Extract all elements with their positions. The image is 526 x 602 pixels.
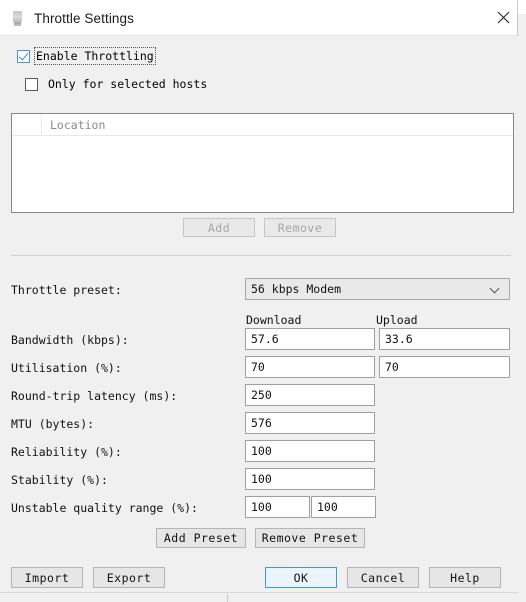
ok-button[interactable]: OK: [265, 567, 337, 588]
utilisation-upload-input[interactable]: 70: [379, 356, 510, 378]
export-button[interactable]: Export: [93, 567, 165, 588]
only-selected-hosts-checkbox[interactable]: Only for selected hosts: [25, 77, 207, 91]
bandwidth-download-input[interactable]: 57.6: [245, 328, 375, 350]
host-list[interactable]: Location: [11, 113, 514, 213]
throttle-preset-select[interactable]: 56 kbps Modem: [245, 278, 510, 300]
bandwidth-upload-input[interactable]: 33.6: [379, 328, 510, 350]
add-host-button[interactable]: Add: [183, 218, 255, 237]
mtu-input[interactable]: 576: [245, 412, 375, 434]
section-divider: [11, 255, 511, 256]
throttle-preset-value: 56 kbps Modem: [251, 282, 342, 296]
host-list-column-check[interactable]: [12, 114, 42, 135]
footer-divider: [0, 592, 518, 593]
bandwidth-label: Bandwidth (kbps):: [11, 333, 129, 347]
throttle-preset-label: Throttle preset:: [11, 283, 122, 297]
host-list-header: Location: [12, 114, 513, 136]
chevron-down-icon: [490, 283, 502, 295]
stability-input[interactable]: 100: [245, 468, 375, 490]
close-icon: [497, 11, 510, 24]
throttle-settings-dialog: Throttle Settings Enable Throttling Only…: [0, 0, 526, 602]
title-bar: Throttle Settings: [0, 0, 518, 37]
window-bottom-marker: [227, 594, 228, 602]
stability-label: Stability (%):: [11, 473, 108, 487]
enable-throttling-label: Enable Throttling: [34, 47, 156, 65]
cancel-button[interactable]: Cancel: [347, 567, 419, 588]
host-list-column-location[interactable]: Location: [42, 114, 513, 135]
checkbox-box-unchecked: [25, 77, 38, 91]
checkbox-box-checked: [17, 49, 30, 63]
only-selected-hosts-label: Only for selected hosts: [48, 77, 208, 91]
mtu-label: MTU (bytes):: [11, 417, 95, 431]
utilisation-download-input[interactable]: 70: [245, 356, 375, 378]
enable-throttling-checkbox[interactable]: Enable Throttling: [17, 47, 156, 65]
window-right-gutter: [517, 0, 526, 602]
unstable-quality-range-label: Unstable quality range (%):: [11, 501, 198, 515]
unstable-quality-range-min-input[interactable]: 100: [245, 496, 310, 518]
dialog-body: Enable Throttling Only for selected host…: [0, 36, 518, 602]
remove-host-button[interactable]: Remove: [264, 218, 336, 237]
round-trip-latency-input[interactable]: 250: [245, 384, 375, 406]
download-column-header: Download: [246, 313, 302, 327]
reliability-input[interactable]: 100: [245, 440, 375, 462]
host-list-body[interactable]: [12, 136, 513, 212]
round-trip-latency-label: Round-trip latency (ms):: [11, 389, 178, 403]
import-button[interactable]: Import: [11, 567, 83, 588]
add-preset-button[interactable]: Add Preset: [156, 528, 246, 548]
window-title: Throttle Settings: [34, 10, 134, 26]
unstable-quality-range-max-input[interactable]: 100: [311, 496, 376, 518]
upload-column-header: Upload: [376, 313, 418, 327]
app-icon: [10, 10, 26, 26]
reliability-label: Reliability (%):: [11, 445, 122, 459]
help-button[interactable]: Help: [429, 567, 501, 588]
utilisation-label: Utilisation (%):: [11, 361, 122, 375]
remove-preset-button[interactable]: Remove Preset: [255, 528, 365, 548]
